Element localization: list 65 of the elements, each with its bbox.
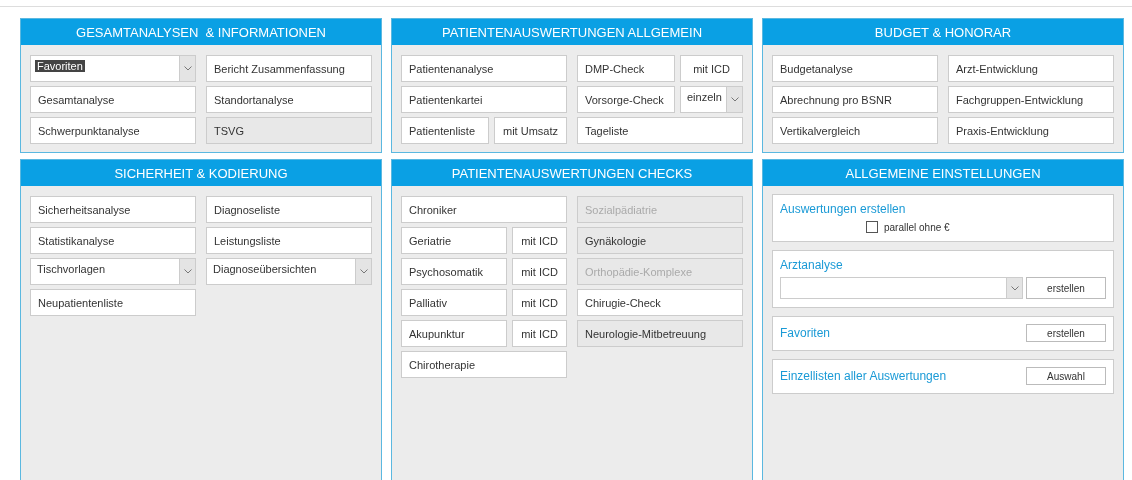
analysis-button[interactable]: Psychosomatik: [401, 258, 507, 285]
caret-icon: [183, 66, 192, 71]
panel-header: SICHERHEIT & KODIERUNG: [21, 160, 381, 186]
analysis-button[interactable]: Gynäkologie: [577, 227, 743, 254]
panel-header: PATIENTENAUSWERTUNGEN CHECKS: [392, 160, 752, 186]
analysis-button[interactable]: Praxis-Entwicklung: [948, 117, 1114, 144]
analysis-button[interactable]: Standortanalyse: [206, 86, 372, 113]
analysis-button[interactable]: Statistikanalyse: [30, 227, 196, 254]
dropdown[interactable]: einzeln: [680, 86, 743, 113]
analysis-button[interactable]: Leistungsliste: [206, 227, 372, 254]
panel-header: PATIENTENAUSWERTUNGEN ALLGEMEIN: [392, 19, 752, 45]
analysis-button[interactable]: DMP-Check: [577, 55, 675, 82]
analysis-button[interactable]: Geriatrie: [401, 227, 507, 254]
dropdown[interactable]: Tischvorlagen: [30, 258, 196, 285]
dropdown[interactable]: Favoriten: [30, 55, 196, 82]
analysis-button[interactable]: Chirugie-Check: [577, 289, 743, 316]
action-button[interactable]: erstellen: [1026, 324, 1106, 342]
analysis-button[interactable]: TSVG: [206, 117, 372, 144]
dropdown[interactable]: Diagnoseübersichten: [206, 258, 372, 285]
analysis-button[interactable]: Neupatientenliste: [30, 289, 196, 316]
panel-header: GESAMTANALYSEN & INFORMATIONEN: [21, 19, 381, 45]
panel-header: ALLGEMEINE EINSTELLUNGEN: [763, 160, 1123, 186]
analysis-button[interactable]: Sicherheitsanalyse: [30, 196, 196, 223]
analysis-button[interactable]: Patientenkartei: [401, 86, 567, 113]
analysis-button[interactable]: Vertikalvergleich: [772, 117, 938, 144]
analysis-button[interactable]: Abrechnung pro BSNR: [772, 86, 938, 113]
option-button[interactable]: mit Umsatz: [494, 117, 567, 144]
analysis-button[interactable]: Tageliste: [577, 117, 743, 144]
section-title: Auswertungen erstellen: [780, 202, 907, 216]
analysis-button[interactable]: Neurologie-Mitbetreuung: [577, 320, 743, 347]
checkbox-label: parallel ohne €: [884, 221, 950, 233]
dropdown-value: Favoriten: [35, 60, 85, 72]
option-button[interactable]: mit ICD: [680, 55, 743, 82]
caret-icon: [183, 269, 192, 274]
option-button[interactable]: mit ICD: [512, 227, 567, 254]
checkbox[interactable]: [866, 221, 878, 233]
analysis-button[interactable]: Diagnoseliste: [206, 196, 372, 223]
analysis-button[interactable]: Akupunktur: [401, 320, 507, 347]
analysis-button[interactable]: Arzt-Entwicklung: [948, 55, 1114, 82]
analysis-button[interactable]: Budgetanalyse: [772, 55, 938, 82]
analysis-button[interactable]: Gesamtanalyse: [30, 86, 196, 113]
caret-icon: [1010, 285, 1019, 291]
dropdown-value: einzeln: [686, 91, 723, 103]
dropdown-value: Tischvorlagen: [36, 263, 107, 275]
analysis-button[interactable]: Patientenliste: [401, 117, 489, 144]
option-button[interactable]: mit ICD: [512, 258, 567, 285]
analysis-button[interactable]: Schwerpunktanalyse: [30, 117, 196, 144]
section-title: Favoriten: [780, 326, 831, 340]
analysis-button[interactable]: Palliativ: [401, 289, 507, 316]
panel-header: BUDGET & HONORAR: [763, 19, 1123, 45]
option-button[interactable]: mit ICD: [512, 289, 567, 316]
analysis-button[interactable]: Vorsorge-Check: [577, 86, 675, 113]
caret-icon: [359, 269, 368, 274]
analysis-button[interactable]: Patientenanalyse: [401, 55, 567, 82]
create-button[interactable]: erstellen: [1026, 277, 1106, 299]
section-title: Einzellisten aller Auswertungen: [780, 369, 947, 383]
analysis-button[interactable]: Fachgruppen-Entwicklung: [948, 86, 1114, 113]
caret-icon: [730, 97, 739, 102]
option-button[interactable]: mit ICD: [512, 320, 567, 347]
analysis-button[interactable]: Chroniker: [401, 196, 567, 223]
analysis-button[interactable]: Chirotherapie: [401, 351, 567, 378]
action-button[interactable]: Auswahl: [1026, 367, 1106, 385]
section-title: Arztanalyse: [780, 258, 844, 272]
analysis-button[interactable]: Bericht Zusammenfassung: [206, 55, 372, 82]
dropdown-value: Diagnoseübersichten: [212, 263, 318, 275]
